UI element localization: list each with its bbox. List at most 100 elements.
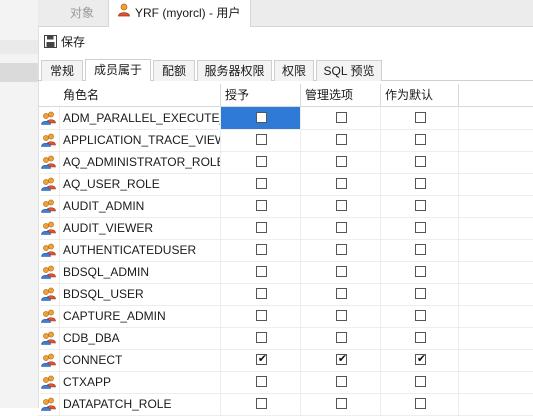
granted-cell[interactable] <box>221 393 301 415</box>
default-checkbox[interactable] <box>415 288 426 299</box>
table-row[interactable]: CTXAPP <box>38 371 533 394</box>
column-header-default[interactable]: 作为默认 <box>381 84 459 106</box>
granted-checkbox[interactable] <box>256 310 267 321</box>
default-cell[interactable] <box>381 239 459 261</box>
admin-option-checkbox[interactable] <box>336 332 347 343</box>
default-checkbox[interactable] <box>415 332 426 343</box>
default-checkbox[interactable] <box>415 134 426 145</box>
granted-checkbox[interactable] <box>256 288 267 299</box>
default-cell[interactable]: ✔ <box>381 349 459 371</box>
default-checkbox[interactable] <box>415 310 426 321</box>
tab-member-of[interactable]: 成员属于 <box>85 59 151 81</box>
granted-checkbox[interactable] <box>256 332 267 343</box>
admin-option-checkbox[interactable] <box>336 266 347 277</box>
granted-checkbox[interactable] <box>256 398 267 409</box>
admin-option-cell[interactable] <box>301 195 381 217</box>
granted-checkbox[interactable] <box>256 266 267 277</box>
default-checkbox[interactable] <box>415 244 426 255</box>
default-checkbox[interactable]: ✔ <box>415 353 426 365</box>
granted-checkbox[interactable] <box>256 200 267 211</box>
admin-option-cell[interactable] <box>301 283 381 305</box>
admin-option-cell[interactable] <box>301 393 381 415</box>
granted-checkbox[interactable] <box>256 222 267 233</box>
tab-user-editor[interactable]: YRF (myorcl) - 用户 <box>108 0 252 27</box>
table-row[interactable]: APPLICATION_TRACE_VIEWER <box>38 129 533 152</box>
default-checkbox[interactable] <box>415 376 426 387</box>
admin-option-cell[interactable] <box>301 261 381 283</box>
side-panel-selected-item[interactable] <box>0 63 38 82</box>
table-row[interactable]: AUTHENTICATEDUSER <box>38 239 533 262</box>
admin-option-cell[interactable] <box>301 371 381 393</box>
admin-option-checkbox[interactable] <box>336 156 347 167</box>
admin-option-checkbox[interactable] <box>336 178 347 189</box>
admin-option-cell[interactable] <box>301 151 381 173</box>
admin-option-checkbox[interactable] <box>336 200 347 211</box>
granted-cell[interactable] <box>221 371 301 393</box>
granted-checkbox[interactable] <box>256 112 267 123</box>
default-cell[interactable] <box>381 151 459 173</box>
default-cell[interactable] <box>381 327 459 349</box>
default-checkbox[interactable] <box>415 222 426 233</box>
granted-cell[interactable] <box>221 173 301 195</box>
granted-cell[interactable] <box>221 239 301 261</box>
admin-option-cell[interactable] <box>301 239 381 261</box>
default-cell[interactable] <box>381 195 459 217</box>
admin-option-cell[interactable] <box>301 327 381 349</box>
admin-option-checkbox[interactable] <box>336 310 347 321</box>
save-button[interactable]: 保存 <box>44 33 85 51</box>
admin-option-cell[interactable] <box>301 217 381 239</box>
admin-option-cell[interactable]: ✔ <box>301 349 381 371</box>
tab-sql-preview[interactable]: SQL 预览 <box>316 60 382 81</box>
table-row[interactable]: CONNECT ✔ ✔ ✔ <box>38 349 533 372</box>
default-cell[interactable] <box>381 217 459 239</box>
admin-option-checkbox[interactable] <box>336 222 347 233</box>
default-checkbox[interactable] <box>415 200 426 211</box>
default-checkbox[interactable] <box>415 156 426 167</box>
admin-option-checkbox[interactable] <box>336 112 347 123</box>
table-row[interactable]: AUDIT_VIEWER <box>38 217 533 240</box>
granted-checkbox[interactable] <box>256 178 267 189</box>
admin-option-checkbox[interactable] <box>336 134 347 145</box>
default-cell[interactable] <box>381 393 459 415</box>
admin-option-cell[interactable] <box>301 107 381 129</box>
column-header-role-name[interactable]: 角色名 <box>59 84 221 106</box>
tab-privileges[interactable]: 权限 <box>274 60 314 81</box>
granted-cell[interactable]: ✔ <box>221 349 301 371</box>
default-checkbox[interactable] <box>415 112 426 123</box>
admin-option-cell[interactable] <box>301 129 381 151</box>
admin-option-checkbox[interactable] <box>336 398 347 409</box>
admin-option-cell[interactable] <box>301 305 381 327</box>
granted-cell[interactable] <box>221 129 301 151</box>
granted-checkbox[interactable] <box>256 244 267 255</box>
tab-server-privileges[interactable]: 服务器权限 <box>197 60 272 81</box>
admin-option-checkbox[interactable] <box>336 244 347 255</box>
default-checkbox[interactable] <box>415 266 426 277</box>
side-panel-item[interactable] <box>0 40 38 54</box>
tab-general[interactable]: 常规 <box>41 60 83 81</box>
table-row[interactable]: AQ_ADMINISTRATOR_ROLE <box>38 151 533 174</box>
table-row[interactable]: AQ_USER_ROLE <box>38 173 533 196</box>
default-cell[interactable] <box>381 173 459 195</box>
table-row[interactable]: CDB_DBA <box>38 327 533 350</box>
table-row[interactable]: AUDIT_ADMIN <box>38 195 533 218</box>
granted-cell[interactable] <box>221 305 301 327</box>
column-header-granted[interactable]: 授予 <box>221 84 301 106</box>
default-checkbox[interactable] <box>415 178 426 189</box>
default-cell[interactable] <box>381 107 459 129</box>
admin-option-checkbox[interactable]: ✔ <box>336 353 347 365</box>
granted-cell[interactable] <box>221 283 301 305</box>
admin-option-checkbox[interactable] <box>336 376 347 387</box>
table-row[interactable]: BDSQL_ADMIN <box>38 261 533 284</box>
tab-quota[interactable]: 配额 <box>153 60 195 81</box>
default-cell[interactable] <box>381 261 459 283</box>
table-row[interactable]: CAPTURE_ADMIN <box>38 305 533 328</box>
granted-checkbox[interactable]: ✔ <box>256 353 267 365</box>
default-cell[interactable] <box>381 371 459 393</box>
admin-option-cell[interactable] <box>301 173 381 195</box>
granted-cell[interactable] <box>221 261 301 283</box>
granted-cell[interactable] <box>221 217 301 239</box>
default-checkbox[interactable] <box>415 398 426 409</box>
admin-option-checkbox[interactable] <box>336 288 347 299</box>
granted-cell[interactable] <box>221 195 301 217</box>
default-cell[interactable] <box>381 129 459 151</box>
